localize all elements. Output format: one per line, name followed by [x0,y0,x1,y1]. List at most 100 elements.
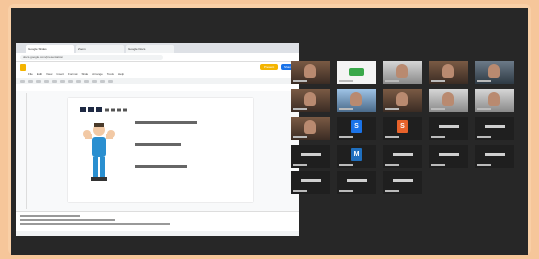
participant-tile[interactable] [383,171,422,194]
participant-name [475,125,514,129]
formatting-toolbar [16,78,299,84]
participant-video-face [350,92,362,106]
toolbar-button[interactable] [108,79,113,83]
menu-item[interactable]: Format [68,72,78,78]
participant-name [383,179,422,183]
participant-label [339,163,353,167]
participant-avatar: S [397,120,408,133]
participant-avatar: M [351,148,362,161]
participant-label [477,79,491,83]
menu-item[interactable]: Arrange [92,72,103,78]
participant-label [385,135,399,139]
participant-tile[interactable] [475,117,514,140]
participant-label [431,79,445,83]
menu-item[interactable]: Tools [107,72,114,78]
menu-item[interactable]: Slide [82,72,89,78]
participant-label [385,79,399,83]
participant-label [293,79,307,83]
participant-tile[interactable] [291,171,330,194]
toolbar-button[interactable] [60,79,65,83]
shared-slides-window[interactable]: Google Slides Zoom Google Docs docs.goog… [16,43,299,236]
participant-tile[interactable] [337,89,376,112]
participant-video-face [442,92,454,106]
browser-tab-bar: Google Slides Zoom Google Docs [16,43,299,53]
participant-tile[interactable] [337,171,376,194]
participant-label [431,163,445,167]
menu-item[interactable]: Help [118,72,124,78]
current-slide[interactable] [68,98,253,202]
participant-tile[interactable] [383,61,422,84]
participant-tile[interactable] [429,61,468,84]
zoom-meeting-screen: Google Slides Zoom Google Docs docs.goog… [11,8,528,255]
participant-tile[interactable] [291,61,330,84]
participant-video-face [442,64,454,78]
participant-tile[interactable] [429,145,468,168]
menu-item[interactable]: File [28,72,33,78]
participant-tile[interactable] [475,89,514,112]
participant-video-face [488,92,500,106]
menu-item[interactable]: View [46,72,52,78]
browser-tab[interactable]: Google Slides [26,45,74,53]
participant-label [477,163,491,167]
participant-label [431,135,445,139]
participant-avatar: S [351,120,362,133]
participant-tile[interactable] [291,117,330,140]
participant-label [293,189,307,193]
toolbar-button[interactable] [52,79,57,83]
present-button[interactable]: Present [260,64,278,70]
participant-label [339,79,353,83]
participant-tile[interactable] [291,89,330,112]
participant-tile[interactable]: M [337,145,376,168]
toolbar-button[interactable] [100,79,105,83]
slide-bullet-1 [135,121,197,124]
participant-tile[interactable] [383,89,422,112]
address-bar-row: docs.google.com/presentation [16,53,299,62]
participant-video-face [304,92,316,106]
toolbar-button[interactable] [20,79,25,83]
participant-name [383,153,422,157]
participant-tile[interactable]: S [337,117,376,140]
participant-name [429,153,468,157]
participant-label [339,189,353,193]
participant-tile[interactable] [475,61,514,84]
participant-tile[interactable] [291,145,330,168]
participant-label [293,107,307,111]
participant-video-face [304,64,316,78]
participant-video-face [304,120,316,134]
participant-label [293,163,307,167]
participant-tile[interactable]: S [383,117,422,140]
window-status-bar [16,231,299,236]
browser-tab[interactable]: Zoom [76,45,124,53]
document-header: Present Share [16,62,299,72]
menu-item[interactable]: Edit [37,72,42,78]
participant-video-face [396,64,408,78]
participant-label [385,107,399,111]
speaker-notes[interactable] [16,211,299,231]
toolbar-button[interactable] [76,79,81,83]
participant-label [385,189,399,193]
toolbar-button[interactable] [44,79,49,83]
toolbar-button[interactable] [28,79,33,83]
participant-logo-icon [349,68,364,76]
slides-logo-icon [20,63,26,71]
participant-tile[interactable] [429,89,468,112]
toolbar-button[interactable] [84,79,89,83]
participant-name [337,179,376,183]
participant-tile[interactable] [429,117,468,140]
participant-name [291,153,330,157]
participant-label [385,163,399,167]
address-bar[interactable]: docs.google.com/presentation [20,54,163,60]
toolbar-button[interactable] [68,79,73,83]
toolbar-button[interactable] [36,79,41,83]
participant-label [339,107,353,111]
participant-tile[interactable] [383,145,422,168]
participant-label [293,135,307,139]
browser-tab[interactable]: Google Docs [126,45,174,53]
menu-item[interactable]: Insert [56,72,64,78]
toolbar-button[interactable] [92,79,97,83]
slide-bullet-3 [135,165,187,168]
slide-filmstrip[interactable] [18,93,27,209]
participant-tile[interactable] [475,145,514,168]
participant-label [339,135,353,139]
participant-tile[interactable] [337,61,376,84]
